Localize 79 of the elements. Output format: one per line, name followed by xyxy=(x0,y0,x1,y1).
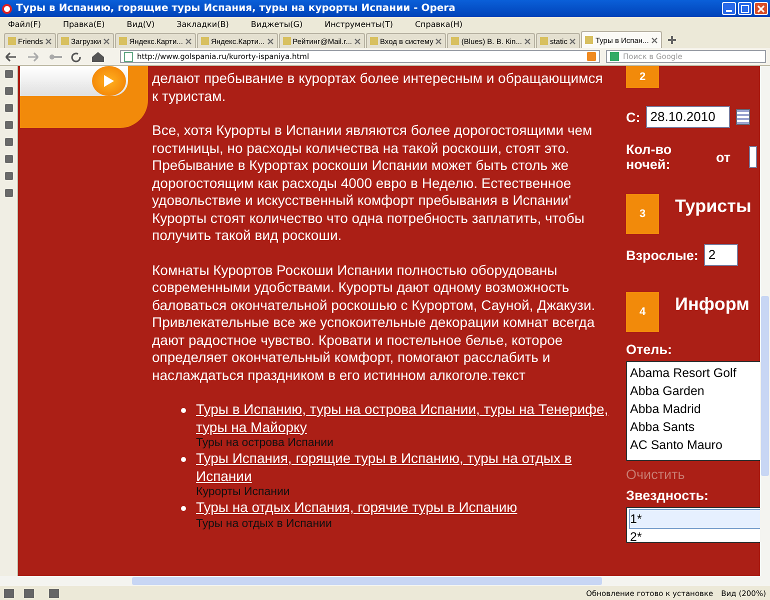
article-paragraph: делают пребывание в курортах более интересным и обращающимся к туристам. xyxy=(152,70,604,105)
panel-icon[interactable] xyxy=(4,104,12,112)
nights-field[interactable] xyxy=(748,146,757,168)
close-tab-icon[interactable] xyxy=(650,36,658,44)
page-icon xyxy=(540,37,548,45)
bullet-icon xyxy=(181,408,186,413)
close-tab-icon[interactable] xyxy=(569,38,576,44)
close-tab-icon[interactable] xyxy=(354,38,361,44)
link-caption: Туры на острова Испании xyxy=(196,436,334,450)
article-paragraph: Все, хотя Курорты в Испании являются более дорогостоящими чем гостиницы, но расходы количества на такой роскоши, стоят это. Пребывание в Курортах роскоши Испании может быть столь же дорогостоящим как расходы 4000 евро в Неделю. Естественное удовольствие и искусственный комфорт пребывания в Испании' Курорты стоят количество что одна потребность заплатить, чтобы получить такой вид роскоши. xyxy=(152,122,594,244)
stars-option[interactable]: 1* xyxy=(630,510,760,528)
panel-icon[interactable] xyxy=(4,172,12,180)
panel-icon[interactable] xyxy=(4,70,12,78)
window-title: Туры в Испанию, горящие туры Испания, туры на курорты Испании - Opera xyxy=(16,3,456,14)
step-number: 3 xyxy=(626,194,659,234)
article-link[interactable]: Туры на отдых Испания, горячие туры в Испанию xyxy=(196,499,612,516)
panel-icon[interactable] xyxy=(4,138,12,146)
new-tab-icon[interactable] xyxy=(666,35,677,45)
close-button[interactable] xyxy=(754,2,768,15)
hotel-option[interactable]: Abba Madrid xyxy=(630,400,760,418)
article-link[interactable]: Туры Испания, горящие туры в Испанию, туры на отдых в Испании xyxy=(196,450,612,485)
section-heading: Туристы xyxy=(675,196,752,217)
nights-label: Кол-во ночей: xyxy=(626,142,673,172)
bullet-icon xyxy=(181,457,186,462)
close-tab-icon[interactable] xyxy=(45,38,52,44)
hotel-list[interactable]: Abama Resort Golf Abba Garden Abba Madrid Abba Sants AC Santo Mauro xyxy=(626,361,760,461)
page-icon xyxy=(61,37,70,45)
menu-item[interactable]: Инструменты(T) xyxy=(324,20,393,28)
bullet-icon xyxy=(181,506,186,511)
menu-item[interactable]: Справка(H) xyxy=(414,20,462,28)
close-tab-icon[interactable] xyxy=(435,38,442,44)
maximize-icon xyxy=(741,4,749,12)
calendar-icon[interactable] xyxy=(736,109,750,125)
hotel-option[interactable]: Abba Garden xyxy=(630,382,760,400)
page-icon xyxy=(370,37,378,45)
search-engine-icon xyxy=(610,52,619,61)
menu-item[interactable]: Виджеты(G) xyxy=(250,20,303,28)
date-label: С: xyxy=(626,110,640,124)
page-icon xyxy=(8,37,16,45)
adults-field[interactable]: 2 xyxy=(704,244,738,266)
page-icon xyxy=(200,37,209,45)
menu-item[interactable]: Вид(V) xyxy=(126,20,155,28)
page-icon xyxy=(451,37,460,45)
minimize-button[interactable] xyxy=(722,2,736,15)
page-icon xyxy=(282,37,291,45)
menu-item[interactable]: Файл(F) xyxy=(8,20,41,28)
page-icon xyxy=(585,36,594,44)
article-paragraph: Комнаты Курортов Роскоши Испании полностью оборудованы современными удобствами. Курорты дают одному возможность баловаться окончательной роскошью с Курортом, Сауной, Джакузи. Привлекательные все же успокоительные декорации комнат всегда дают радостное чувство. Кровати и постельное белье, которое определяет окончательный комфорт, помогают расслабить и наслаждаться праздником в его истинном алкоголе.текст xyxy=(152,262,596,384)
article-link[interactable]: Туры в Испанию, туры на острова Испании, туры на Тенерифе, туры на Майорку xyxy=(196,401,612,436)
panel-icon[interactable] xyxy=(4,189,12,197)
close-icon xyxy=(757,4,765,12)
stars-option[interactable]: 2* xyxy=(630,528,760,542)
hotel-label: Отель: xyxy=(626,342,672,357)
date-field[interactable]: 28.10.2010 xyxy=(646,106,730,128)
menu-item[interactable]: Правка(E) xyxy=(62,20,105,28)
hotel-option[interactable]: AC Santo Mauro xyxy=(630,436,760,454)
link-caption: Туры на отдых в Испании xyxy=(196,516,333,530)
adults-label: Взрослые: xyxy=(626,248,698,262)
section-heading: Информ xyxy=(675,294,750,315)
stars-list[interactable]: 1* 2* xyxy=(626,507,760,543)
panel-icon[interactable] xyxy=(4,87,12,95)
vertical-scrollbar[interactable] xyxy=(760,66,770,576)
stars-label: Звездность: xyxy=(626,488,709,503)
link-caption: Курорты Испании xyxy=(196,485,291,499)
step-number: 2 xyxy=(626,66,659,88)
horizontal-scrollbar[interactable] xyxy=(0,576,770,586)
from-label: от xyxy=(716,150,731,164)
panel-icon[interactable] xyxy=(4,121,12,129)
close-tab-icon[interactable] xyxy=(524,38,531,44)
minimize-icon xyxy=(726,10,732,12)
step-number: 4 xyxy=(626,292,659,332)
close-tab-icon[interactable] xyxy=(103,38,110,44)
hotel-option[interactable]: Abba Sants xyxy=(630,418,760,436)
hotel-option[interactable]: Abama Resort Golf xyxy=(630,364,760,382)
panel-icon[interactable] xyxy=(4,155,12,163)
close-tab-icon[interactable] xyxy=(184,38,192,44)
maximize-button[interactable] xyxy=(738,2,752,15)
menu-item[interactable]: Закладки(B) xyxy=(176,20,229,28)
close-tab-icon[interactable] xyxy=(266,38,274,44)
